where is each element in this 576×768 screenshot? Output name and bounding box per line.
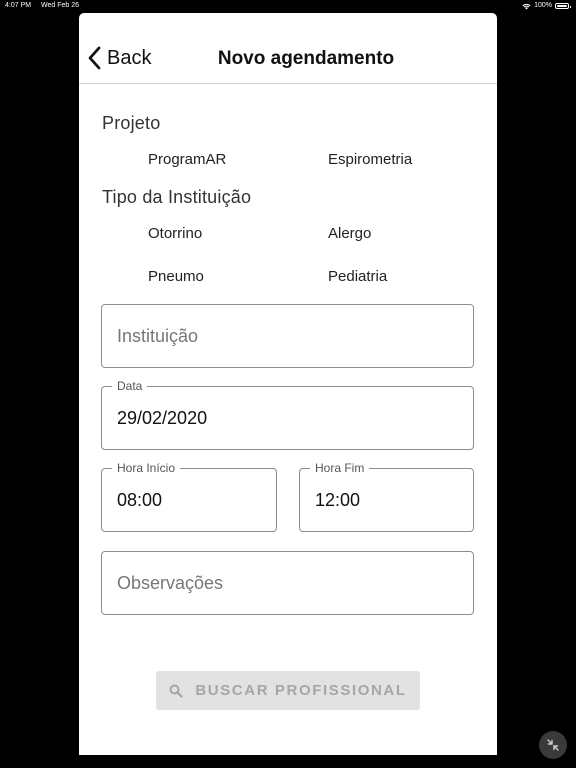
- instituicao-field[interactable]: Instituição: [101, 304, 474, 368]
- tipo-option-pediatria[interactable]: Pediatria: [328, 268, 387, 285]
- tipo-option-pneumo[interactable]: Pneumo: [148, 268, 204, 285]
- projeto-label: Projeto: [102, 113, 161, 133]
- new-appointment-sheet: Back Novo agendamento Projeto ProgramAR …: [79, 13, 497, 755]
- search-icon: [169, 684, 183, 698]
- wifi-icon: [522, 3, 531, 9]
- status-time: 4:07 PM: [5, 2, 32, 9]
- battery-percent: 100%: [534, 2, 552, 9]
- tipo-option-alergo[interactable]: Alergo: [328, 225, 371, 242]
- status-bar: 4:07 PM Wed Feb 26 100%: [0, 0, 576, 12]
- instituicao-placeholder: Instituição: [117, 325, 199, 346]
- navigation-bar: Back Novo agendamento: [79, 13, 497, 84]
- hora-inicio-field[interactable]: Hora Início 08:00: [101, 461, 277, 532]
- observacoes-field[interactable]: Observações: [101, 551, 474, 615]
- battery-icon: [555, 3, 571, 9]
- tipo-option-otorrino[interactable]: Otorrino: [148, 225, 202, 242]
- tipo-instituicao-label: Tipo da Instituição: [102, 187, 252, 207]
- collapse-icon: [547, 739, 559, 751]
- page-title: Novo agendamento: [217, 48, 395, 69]
- data-field[interactable]: Data 29/02/2020: [101, 379, 474, 450]
- collapse-button[interactable]: [539, 731, 567, 759]
- hora-fim-field[interactable]: Hora Fim 12:00: [299, 461, 474, 532]
- hora-inicio-value: 08:00: [117, 489, 163, 510]
- buscar-profissional-button[interactable]: BUSCAR PROFISSIONAL: [156, 671, 420, 710]
- projeto-option-programar[interactable]: ProgramAR: [148, 151, 226, 168]
- observacoes-placeholder: Observações: [117, 572, 224, 593]
- data-value: 29/02/2020: [117, 407, 208, 428]
- status-date: Wed Feb 26: [41, 2, 80, 9]
- hora-fim-value: 12:00: [315, 489, 361, 510]
- projeto-option-espirometria[interactable]: Espirometria: [328, 151, 412, 168]
- buscar-profissional-label: BUSCAR PROFISSIONAL: [195, 682, 407, 699]
